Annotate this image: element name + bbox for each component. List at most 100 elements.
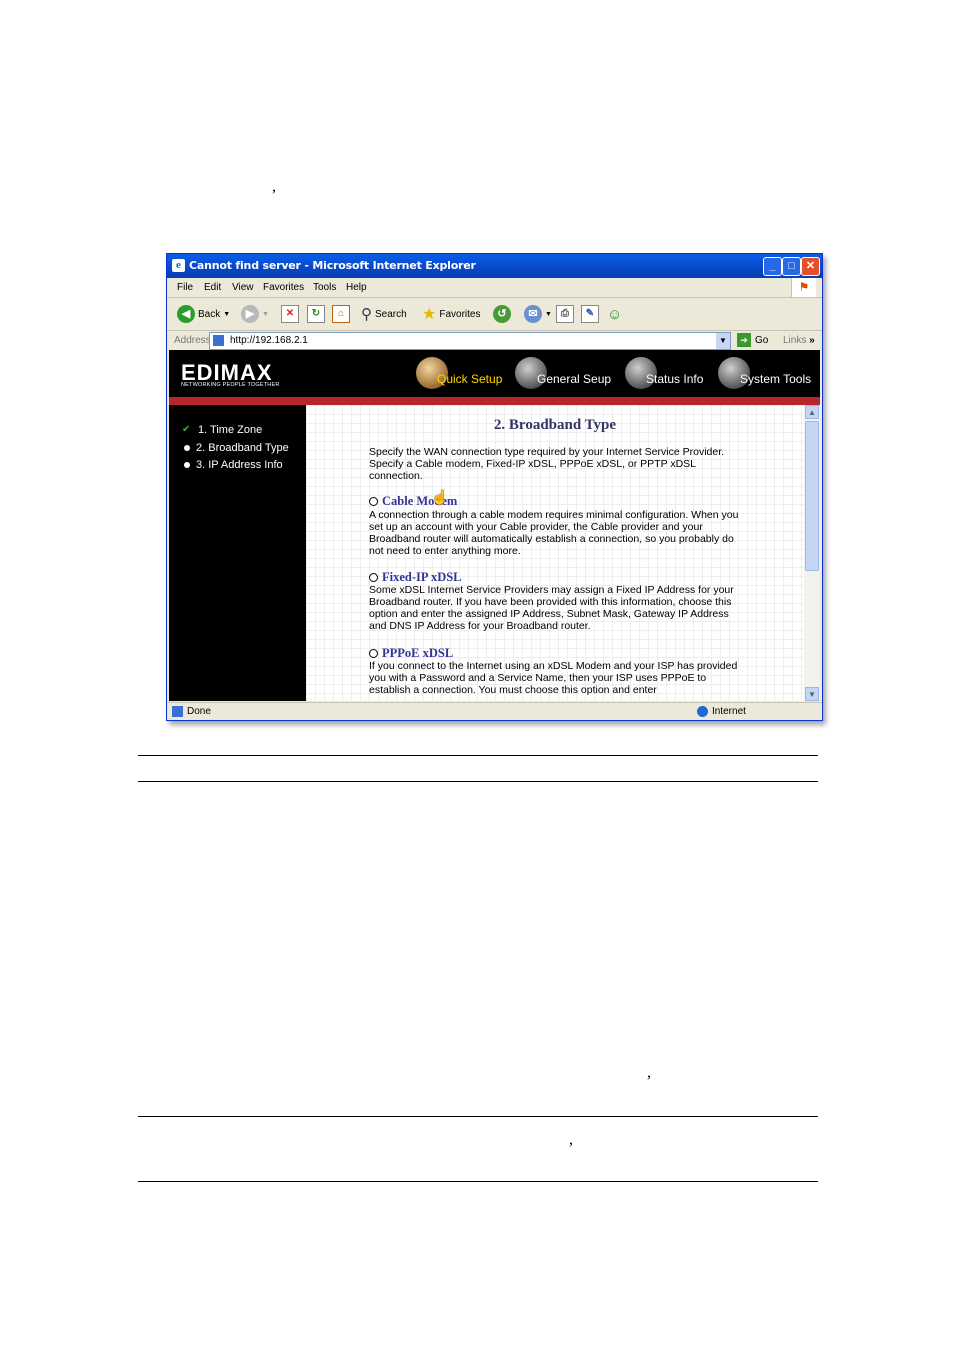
mail-icon: ✉ bbox=[524, 305, 542, 323]
home-button[interactable]: ⌂ bbox=[332, 304, 350, 324]
ie-icon: e bbox=[172, 259, 185, 272]
setup-sidebar: ✔ 1. Time Zone 2. Broadband Type 3. IP A… bbox=[169, 405, 306, 701]
chevron-down-icon[interactable]: ▼ bbox=[716, 333, 730, 349]
minimize-button[interactable]: _ bbox=[763, 257, 782, 276]
go-label: Go bbox=[755, 334, 769, 346]
browser-window: e Cannot find server - Microsoft Interne… bbox=[166, 253, 823, 721]
mail-button[interactable]: ✉ ▼ bbox=[524, 304, 552, 324]
sidebar-item-label: 3. IP Address Info bbox=[196, 459, 283, 471]
menu-tools[interactable]: Tools bbox=[313, 282, 336, 293]
messenger-button[interactable]: ☺ bbox=[607, 304, 622, 324]
divider bbox=[138, 1181, 818, 1182]
window-title: Cannot find server - Microsoft Internet … bbox=[189, 259, 476, 272]
bullet-icon bbox=[184, 445, 190, 451]
back-label: Back bbox=[198, 308, 221, 320]
close-button[interactable]: ✕ bbox=[801, 257, 820, 276]
option-description: Some xDSL Internet Service Providers may… bbox=[369, 584, 734, 632]
menu-file[interactable]: File bbox=[177, 282, 193, 293]
scroll-up-icon[interactable]: ▲ bbox=[805, 405, 819, 419]
go-arrow-icon: ➔ bbox=[737, 333, 751, 347]
links-button[interactable]: Links » bbox=[783, 335, 815, 346]
address-label: Address bbox=[174, 335, 211, 346]
menu-help[interactable]: Help bbox=[346, 282, 367, 293]
search-icon: ⚲ bbox=[361, 306, 372, 323]
maximize-button[interactable]: □ bbox=[782, 257, 801, 276]
favorites-button[interactable]: ★ Favorites bbox=[422, 304, 480, 324]
chevron-down-icon: ▼ bbox=[223, 310, 231, 318]
forward-button[interactable]: ▶ ▼ bbox=[241, 304, 269, 324]
favorites-label: Favorites bbox=[439, 308, 481, 320]
page-content: EDIMAX NETWORKING PEOPLE TOGETHER Quick … bbox=[169, 350, 820, 701]
option-fixed-ip-xdsl[interactable]: Fixed-IP xDSL bbox=[369, 570, 462, 585]
chevron-down-icon: ▼ bbox=[545, 310, 552, 318]
sidebar-item-broadband-type[interactable]: 2. Broadband Type bbox=[182, 442, 289, 454]
address-input[interactable]: http://192.168.2.1 ▼ bbox=[209, 332, 731, 350]
stray-comma: , bbox=[569, 1131, 573, 1148]
menu-edit[interactable]: Edit bbox=[204, 282, 221, 293]
page-heading: 2. Broadband Type bbox=[493, 417, 617, 433]
divider bbox=[138, 781, 818, 782]
refresh-button[interactable]: ↻ bbox=[307, 304, 325, 324]
page-icon bbox=[213, 335, 224, 346]
status-bar: Done Internet bbox=[167, 702, 822, 720]
history-icon: ↺ bbox=[493, 305, 511, 323]
stop-button[interactable]: ✕ bbox=[281, 304, 299, 324]
status-text: Done bbox=[187, 706, 211, 717]
stop-icon: ✕ bbox=[281, 305, 299, 323]
address-bar: Address http://192.168.2.1 ▼ ➔ Go Links … bbox=[167, 331, 822, 350]
checkmark-icon: ✔ bbox=[182, 424, 191, 435]
vertical-scrollbar[interactable]: ▲ ▼ bbox=[804, 405, 820, 701]
logo-tagline: NETWORKING PEOPLE TOGETHER bbox=[181, 382, 280, 388]
stray-comma: , bbox=[647, 1064, 651, 1081]
router-banner: EDIMAX NETWORKING PEOPLE TOGETHER Quick … bbox=[169, 350, 820, 397]
nav-general-setup[interactable]: General Seup bbox=[537, 372, 611, 386]
url-text: http://192.168.2.1 bbox=[230, 335, 308, 346]
chevron-down-icon: ▼ bbox=[262, 310, 269, 318]
radio-button[interactable] bbox=[369, 649, 378, 658]
option-description: A connection through a cable modem requi… bbox=[369, 509, 739, 557]
windows-logo-icon: ⚑ bbox=[791, 278, 816, 297]
messenger-icon: ☺ bbox=[607, 305, 623, 323]
zone-text: Internet bbox=[712, 706, 746, 717]
globe-icon bbox=[697, 706, 708, 717]
menu-view[interactable]: View bbox=[232, 282, 254, 293]
print-icon: ⎙ bbox=[556, 305, 574, 323]
edit-button[interactable]: ✎ bbox=[581, 304, 599, 324]
pointer-cursor-icon: ☝ bbox=[431, 489, 449, 505]
nav-status-info[interactable]: Status Info bbox=[646, 372, 703, 386]
sidebar-item-time-zone[interactable]: ✔ 1. Time Zone bbox=[182, 424, 262, 436]
home-icon: ⌂ bbox=[332, 305, 350, 323]
banner-strip bbox=[169, 397, 820, 405]
search-label: Search bbox=[375, 308, 407, 320]
back-arrow-icon: ◀ bbox=[177, 305, 195, 323]
radio-button[interactable] bbox=[369, 573, 378, 582]
forward-arrow-icon: ▶ bbox=[241, 305, 259, 323]
option-pppoe-xdsl[interactable]: PPPoE xDSL bbox=[369, 646, 453, 661]
print-button[interactable]: ⎙ bbox=[556, 304, 574, 324]
stray-comma: , bbox=[272, 178, 276, 195]
option-label: Fixed-IP xDSL bbox=[382, 570, 462, 584]
nav-quick-setup[interactable]: Quick Setup bbox=[437, 372, 502, 386]
links-label: Links bbox=[783, 335, 807, 346]
sidebar-item-label: 2. Broadband Type bbox=[196, 442, 289, 454]
nav-system-tools[interactable]: System Tools bbox=[740, 372, 811, 386]
radio-button[interactable] bbox=[369, 497, 378, 506]
go-button[interactable]: ➔ Go bbox=[737, 333, 768, 347]
refresh-icon: ↻ bbox=[307, 305, 325, 323]
option-description: If you connect to the Internet using an … bbox=[369, 660, 738, 696]
divider bbox=[138, 755, 818, 756]
scroll-thumb[interactable] bbox=[805, 421, 819, 571]
sidebar-item-ip-address-info[interactable]: 3. IP Address Info bbox=[182, 459, 283, 471]
menu-bar: File Edit View Favorites Tools Help bbox=[167, 278, 822, 298]
toolbar: ◀ Back ▼ ▶ ▼ ✕ ↻ ⌂ ⚲ Search ★ Favorites … bbox=[167, 298, 822, 331]
star-icon: ★ bbox=[422, 306, 437, 323]
menu-favorites[interactable]: Favorites bbox=[263, 282, 304, 293]
scroll-down-icon[interactable]: ▼ bbox=[805, 687, 819, 701]
divider bbox=[138, 1116, 818, 1117]
search-button[interactable]: ⚲ Search bbox=[361, 304, 407, 324]
history-button[interactable]: ↺ bbox=[493, 304, 511, 324]
page-icon bbox=[172, 706, 183, 717]
back-button[interactable]: ◀ Back ▼ bbox=[177, 304, 230, 324]
title-bar: e Cannot find server - Microsoft Interne… bbox=[167, 254, 822, 278]
edit-icon: ✎ bbox=[581, 305, 599, 323]
